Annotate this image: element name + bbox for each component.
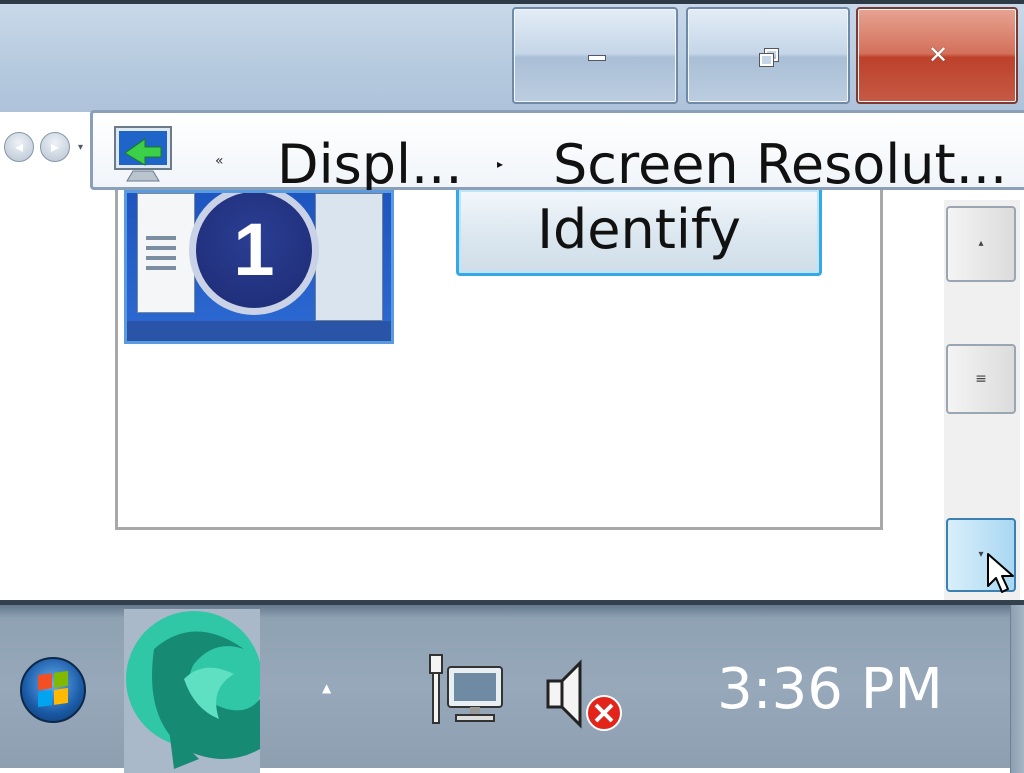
- taskbar-clock[interactable]: 3:36 PM: [700, 657, 960, 722]
- breadcrumb-screen-resolution[interactable]: Screen Resolut...: [553, 133, 1007, 196]
- minimize-button[interactable]: [512, 7, 678, 104]
- minimize-icon: [588, 55, 606, 61]
- thumbnail-window: [315, 193, 383, 321]
- breadcrumb-separator-icon[interactable]: ▸: [497, 157, 503, 171]
- taskbar: ▲ 3:36 PM: [0, 600, 1024, 773]
- thumbnail-window: [137, 193, 195, 313]
- close-icon: ✕: [928, 41, 949, 69]
- address-bar[interactable]: « Displ... ▸ Screen Resolut...: [90, 110, 1024, 196]
- back-icon[interactable]: ◂: [4, 132, 34, 162]
- vertical-scrollbar[interactable]: ▴ ≡ ▾: [944, 200, 1020, 600]
- network-icon[interactable]: [424, 651, 508, 731]
- scroll-up-button[interactable]: ▴: [946, 206, 1016, 282]
- recent-pages-dropdown-icon[interactable]: ▾: [78, 142, 83, 153]
- thumbnail-taskbar: [127, 321, 391, 341]
- restore-icon: [759, 48, 779, 67]
- display-monitor-icon: [114, 126, 172, 182]
- title-bar: ✕: [0, 0, 1024, 112]
- close-button[interactable]: ✕: [856, 7, 1018, 104]
- breadcrumb-display[interactable]: Displ...: [277, 133, 463, 196]
- monitor-thumbnail[interactable]: 1: [124, 190, 394, 344]
- windows-start-icon[interactable]: [20, 657, 86, 723]
- forward-icon[interactable]: ▸: [40, 132, 70, 162]
- show-hidden-icons-button[interactable]: ▲: [322, 681, 331, 695]
- show-desktop-button[interactable]: [1010, 605, 1024, 773]
- mouse-cursor-icon: [987, 553, 1014, 593]
- pinned-app-icon[interactable]: [124, 609, 260, 773]
- volume-muted-icon[interactable]: [544, 659, 626, 733]
- monitor-number-badge: 1: [189, 193, 319, 315]
- scroll-thumb[interactable]: ≡: [946, 344, 1016, 414]
- identify-button-label: Identify: [537, 198, 741, 261]
- breadcrumb-overflow-chevron[interactable]: «: [215, 153, 224, 169]
- identify-button[interactable]: Identify: [456, 190, 822, 276]
- restore-button[interactable]: [686, 7, 850, 104]
